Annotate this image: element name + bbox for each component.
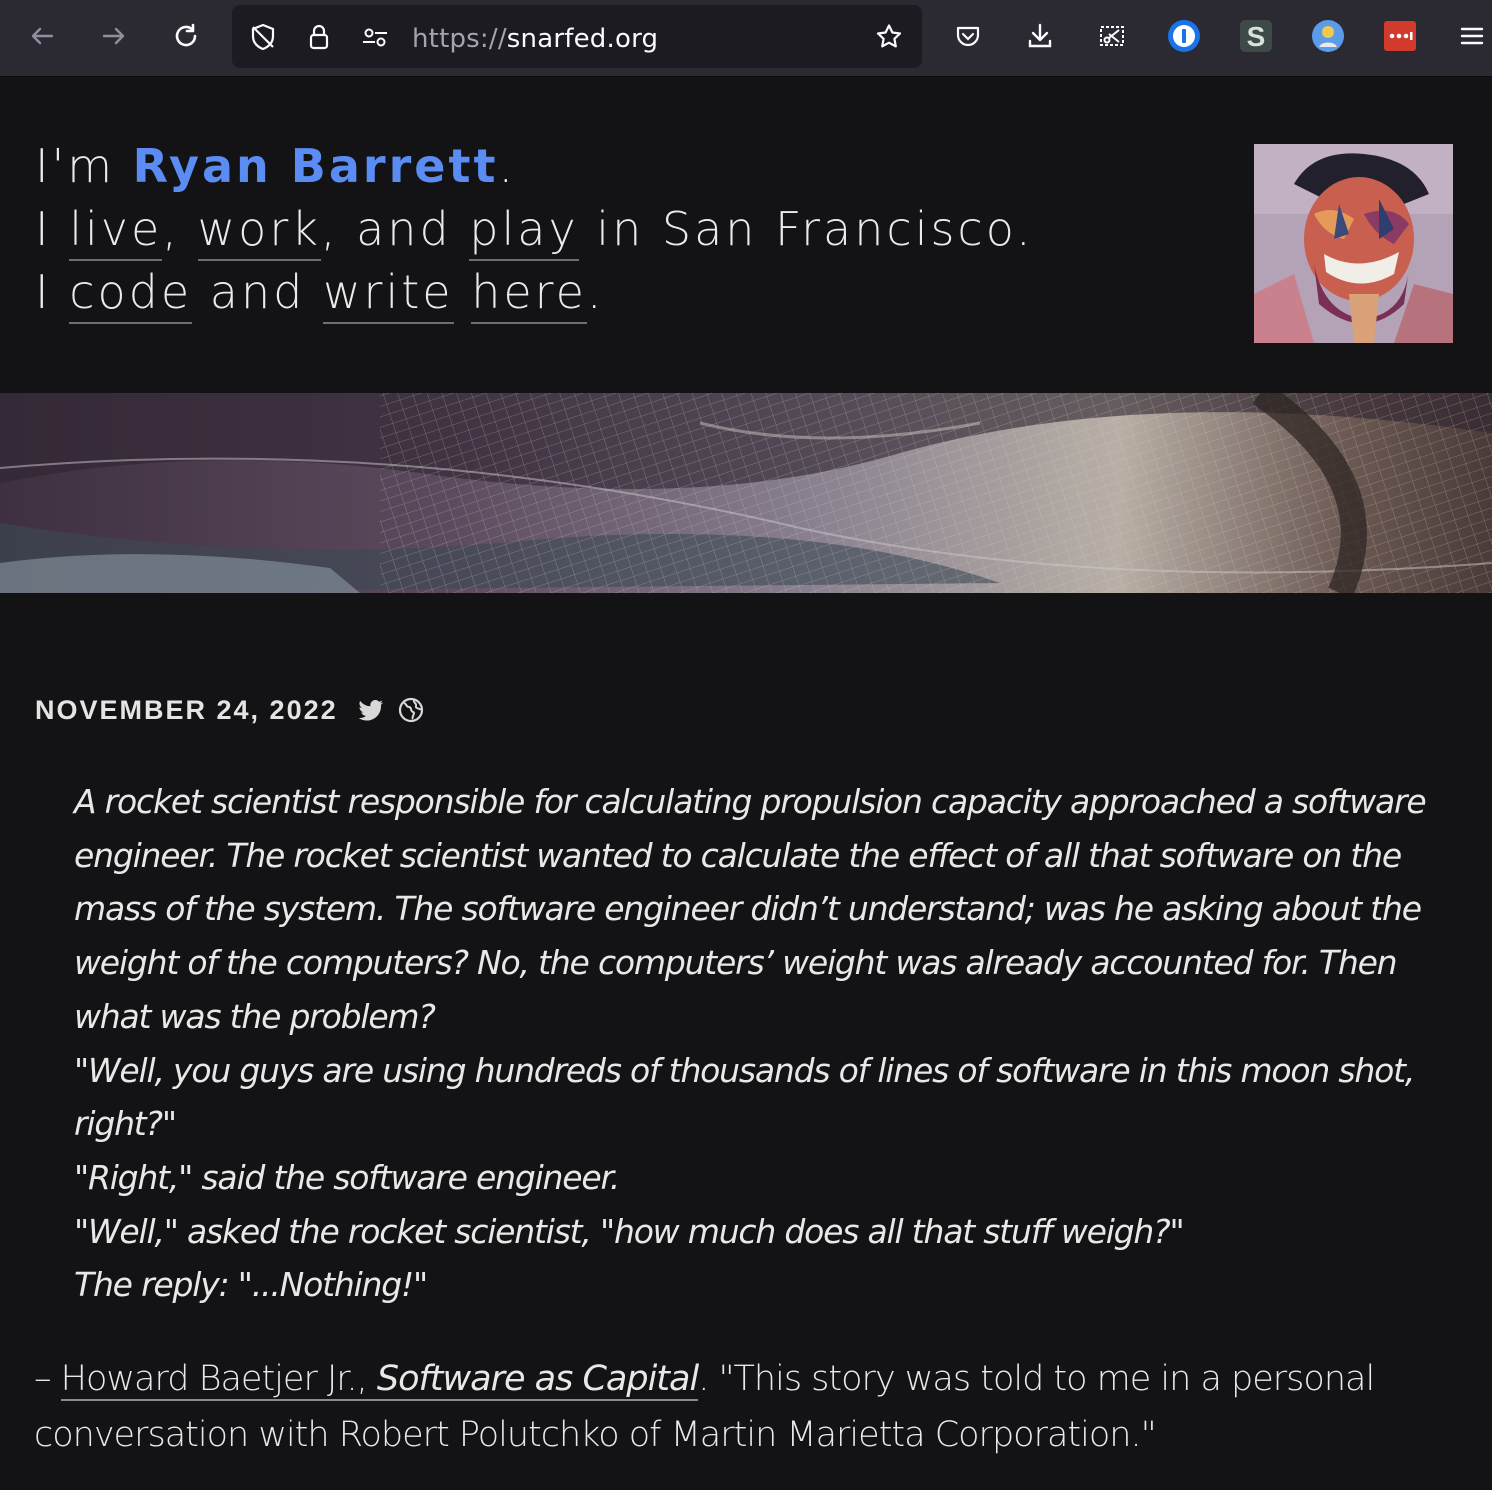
url-text[interactable]: https://snarfed.org xyxy=(412,24,658,54)
quote-paragraph: "Well," asked the rocket scientist, "how… xyxy=(74,1211,1185,1251)
post-dateline: NOVEMBER 24, 2022 xyxy=(35,693,426,727)
quote-paragraph: "Well, you guys are using hundreds of th… xyxy=(74,1050,1415,1144)
1password-icon[interactable] xyxy=(1167,19,1201,53)
intro-line-3: I code and write here. xyxy=(35,261,1185,324)
back-arrow-icon[interactable] xyxy=(20,14,64,58)
play-link[interactable]: play xyxy=(469,202,579,261)
red-extension-icon[interactable] xyxy=(1383,19,1417,53)
extension-icon[interactable] xyxy=(1311,19,1345,53)
intro-text: , and xyxy=(320,202,470,256)
intro-text: . xyxy=(498,139,517,193)
author-link[interactable]: Howard Baetjer Jr., Software as Capital xyxy=(60,1359,699,1401)
svg-text:S: S xyxy=(1247,21,1266,52)
forward-arrow-icon[interactable] xyxy=(92,14,136,58)
intro-text: . xyxy=(586,265,605,319)
menu-icon[interactable] xyxy=(1450,14,1492,58)
intro-text: in San Francisco. xyxy=(578,202,1034,256)
intro-text: I xyxy=(35,202,70,256)
permissions-icon[interactable] xyxy=(360,22,390,52)
intro-line-1: I'm Ryan Barrett. xyxy=(35,135,1185,198)
tracking-protection-icon[interactable] xyxy=(248,22,278,52)
quote-paragraph: "Right," said the software engineer. xyxy=(74,1157,620,1197)
url-bar[interactable]: https://snarfed.org xyxy=(232,5,922,68)
header-banner-image xyxy=(0,393,1492,593)
url-host: snarfed.org xyxy=(506,24,659,54)
quote-paragraph: A rocket scientist responsible for calcu… xyxy=(74,782,1427,1036)
write-link[interactable]: write xyxy=(322,265,454,324)
s-extension-icon[interactable]: S xyxy=(1239,19,1273,53)
avatar[interactable] xyxy=(1254,144,1453,343)
quote-paragraph: The reply: "...Nothing!" xyxy=(74,1265,428,1305)
download-icon[interactable] xyxy=(1018,14,1062,58)
intro-header: I'm Ryan Barrett. I live, work, and play… xyxy=(35,135,1185,324)
screenshot-icon[interactable] xyxy=(1090,14,1134,58)
code-link[interactable]: code xyxy=(69,265,193,324)
book-title: Software as Capital xyxy=(376,1359,699,1399)
reload-icon[interactable] xyxy=(164,14,208,58)
intro-text: and xyxy=(192,265,323,319)
bookmark-star-icon[interactable] xyxy=(874,22,904,52)
here-link[interactable]: here xyxy=(471,265,587,324)
quote-attribution: – Howard Baetjer Jr., Software as Capita… xyxy=(34,1351,1454,1463)
live-link[interactable]: live xyxy=(69,202,163,261)
name-link[interactable]: Ryan Barrett xyxy=(133,139,499,193)
intro-text: I'm xyxy=(35,139,133,193)
twitter-icon[interactable] xyxy=(356,695,386,725)
globe-icon[interactable] xyxy=(396,695,426,725)
browser-toolbar: https://snarfed.org S xyxy=(0,0,1492,77)
lock-icon[interactable] xyxy=(304,22,334,52)
author-separator: , xyxy=(356,1359,377,1399)
intro-line-2: I live, work, and play in San Francisco. xyxy=(35,198,1185,261)
page-content: I'm Ryan Barrett. I live, work, and play… xyxy=(0,77,1492,1490)
url-scheme: https:// xyxy=(412,24,507,54)
work-link[interactable]: work xyxy=(197,202,321,261)
post-date[interactable]: NOVEMBER 24, 2022 xyxy=(35,695,338,726)
blockquote: A rocket scientist responsible for calcu… xyxy=(74,775,1434,1312)
pocket-icon[interactable] xyxy=(946,14,990,58)
intro-text: , xyxy=(162,202,198,256)
author-name: Howard Baetjer Jr. xyxy=(60,1359,358,1399)
intro-text xyxy=(454,265,472,319)
attribution-dash: – xyxy=(34,1359,61,1399)
intro-text: I xyxy=(35,265,70,319)
